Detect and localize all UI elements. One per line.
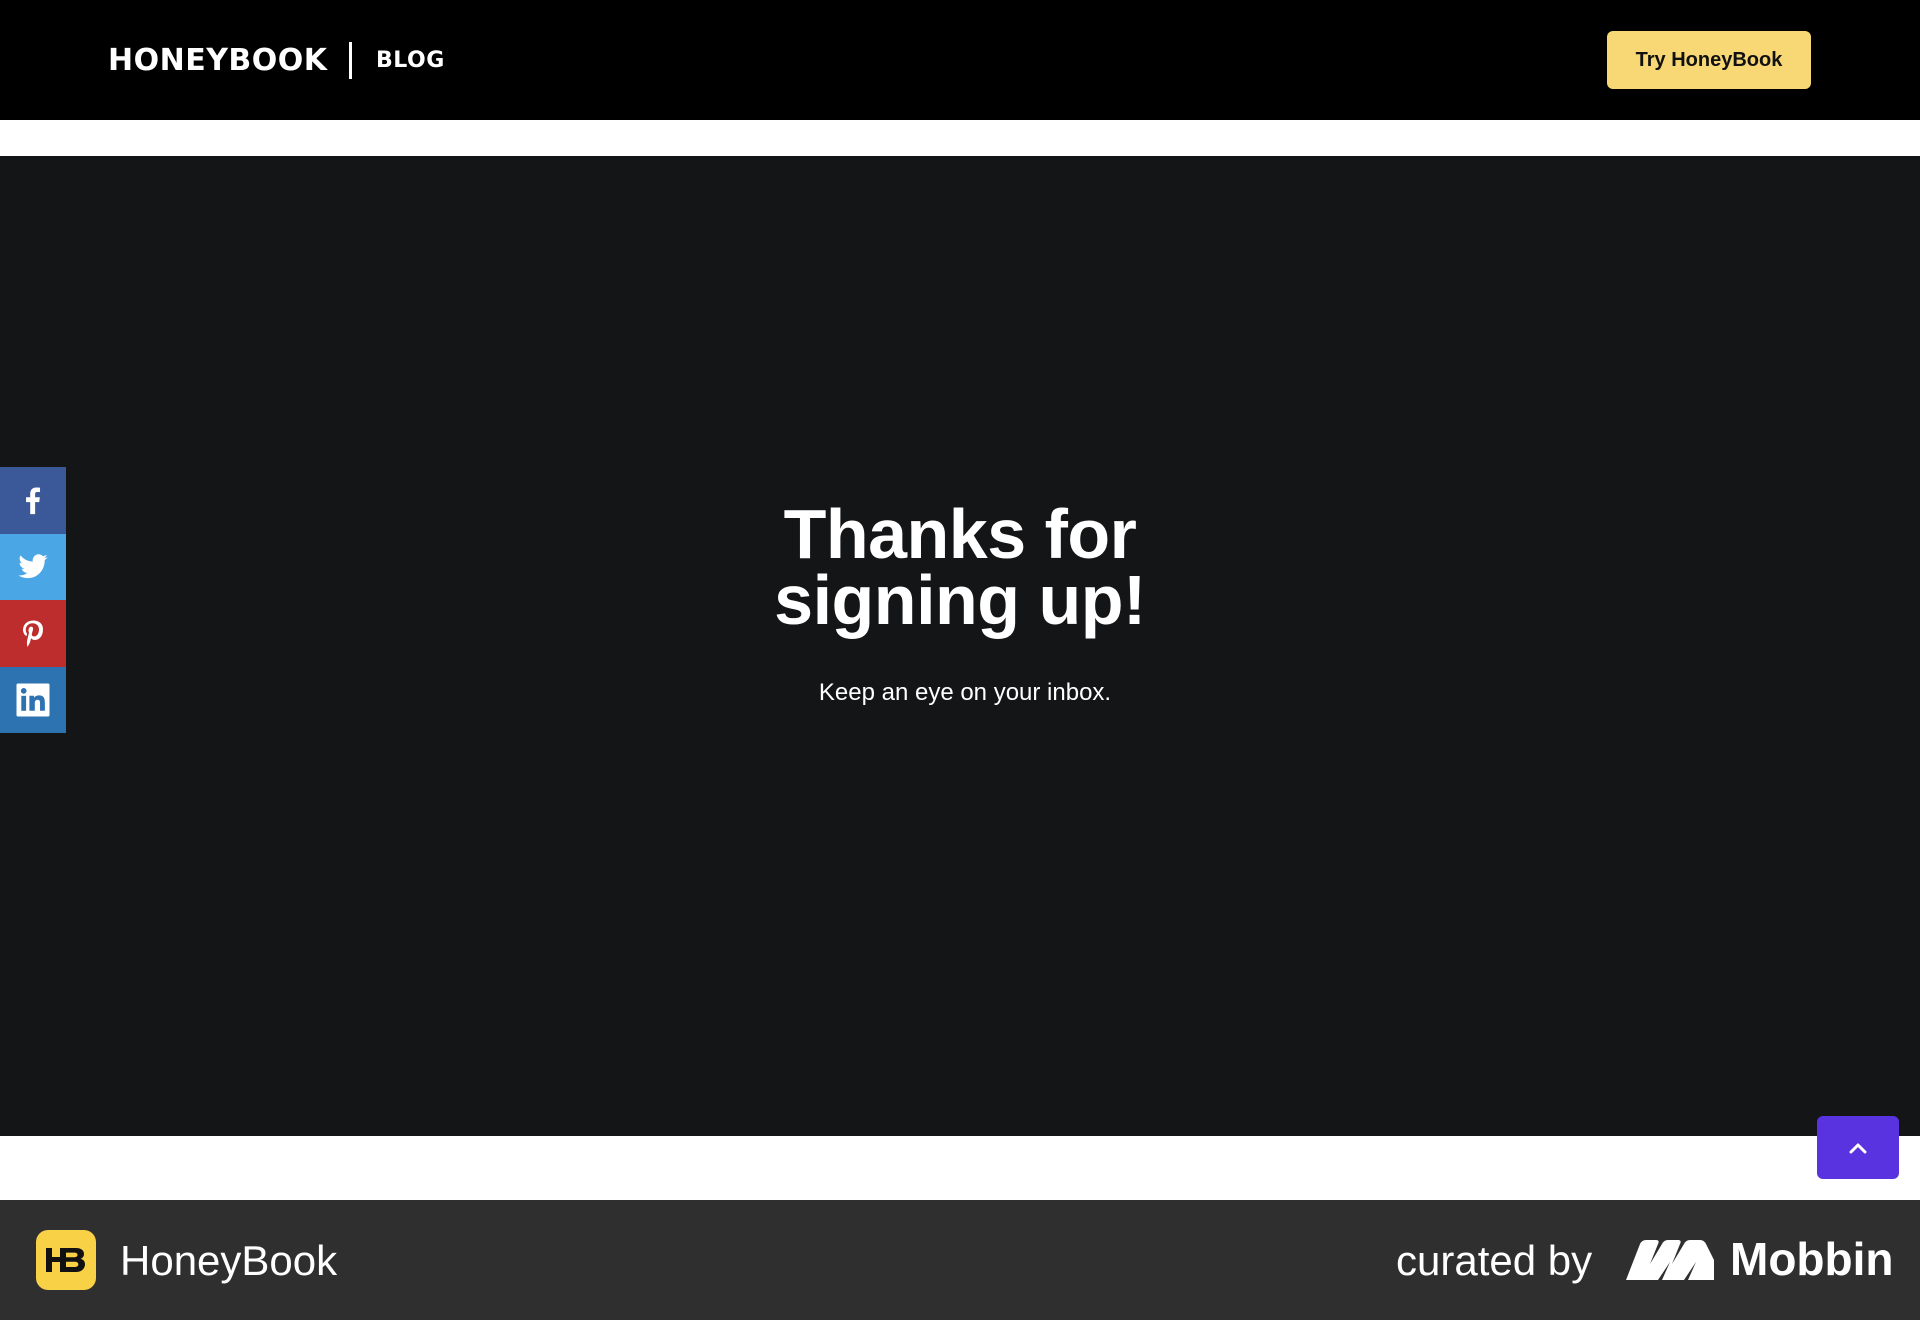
share-pinterest-button[interactable] — [0, 600, 66, 667]
chevron-up-icon — [1849, 1143, 1867, 1153]
honeybook-app-icon — [36, 1230, 96, 1290]
honeybook-logo[interactable]: HONEYBOOK — [108, 44, 328, 78]
facebook-icon — [26, 487, 41, 515]
honeybook-hb-icon — [46, 1248, 85, 1272]
site-header: HONEYBOOK BLOG Try HoneyBook — [0, 0, 1920, 120]
linkedin-icon — [16, 683, 50, 717]
blog-link[interactable]: BLOG — [376, 47, 445, 75]
back-to-top-button[interactable] — [1817, 1116, 1899, 1179]
share-linkedin-button[interactable] — [0, 666, 66, 733]
mobbin-attribution-bar: HoneyBook curated by Mobbin — [0, 1200, 1920, 1320]
app-name: HoneyBook — [120, 1237, 338, 1284]
confirmation-message: Keep an eye on your inbox. — [818, 679, 1112, 706]
title-line-1: Thanks for — [783, 495, 1137, 573]
mobbin-brand-name: Mobbin — [1730, 1233, 1894, 1285]
twitter-icon — [18, 554, 48, 578]
title-line-2: signing up! — [774, 561, 1146, 639]
header-divider — [349, 42, 352, 79]
page-title: Thanks for signing up! — [0, 495, 1920, 639]
share-facebook-button[interactable] — [0, 467, 66, 534]
try-honeybook-button[interactable]: Try HoneyBook — [1607, 31, 1811, 89]
social-share-bar — [0, 467, 66, 733]
curated-by-label: curated by — [1396, 1237, 1593, 1284]
pinterest-icon — [23, 620, 43, 647]
mobbin-logo-icon — [1626, 1240, 1714, 1280]
signup-confirmation-hero: Thanks for signing up! Keep an eye on yo… — [0, 156, 1920, 1136]
share-twitter-button[interactable] — [0, 533, 66, 600]
